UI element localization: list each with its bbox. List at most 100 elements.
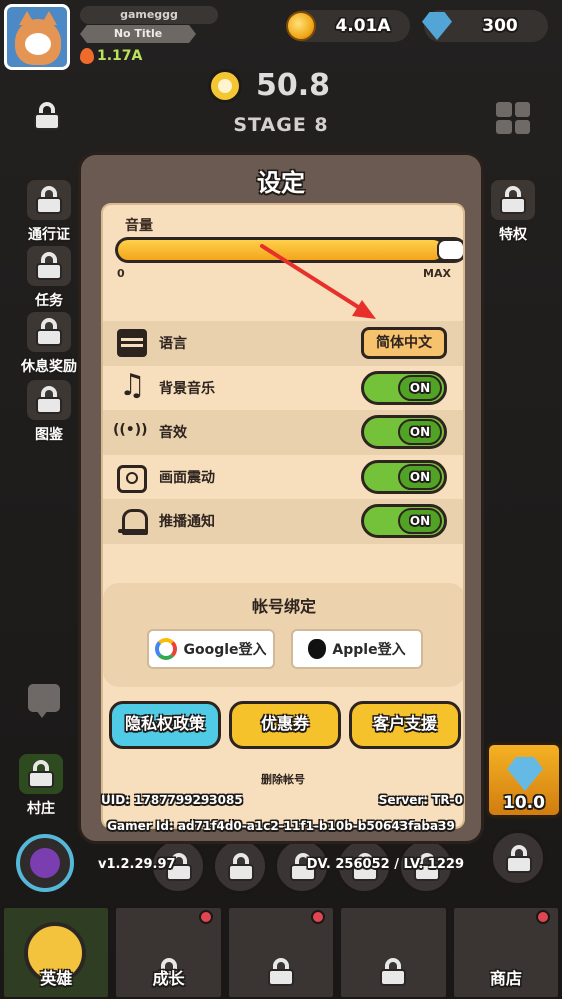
gem-shop-value: 10.0: [503, 793, 545, 813]
setting-label: 背景音乐: [159, 380, 215, 397]
lock-icon: [506, 845, 532, 873]
stopwatch-icon: [208, 68, 242, 103]
toggle-state: ON: [398, 508, 442, 534]
stage-label: STAGE 8: [233, 114, 329, 136]
lock-icon: [28, 760, 54, 788]
account-binding-header: 帐号绑定: [251, 597, 316, 616]
settings-list: 语言 简体中文 背景音乐 ON 音效 ON 画面震动 ON: [103, 321, 463, 544]
gem-icon: [507, 757, 543, 791]
volume-fill: [118, 240, 444, 260]
tab-growth[interactable]: 成长: [114, 906, 223, 999]
setting-row-notification: 推播通知 ON: [103, 499, 463, 544]
sidebar-item-label: 图鉴: [35, 427, 63, 443]
setting-row-vibration: 画面震动 ON: [103, 455, 463, 500]
lock-icon: [36, 386, 62, 414]
volume-knob[interactable]: [437, 239, 463, 261]
gem-counter[interactable]: 300: [422, 10, 548, 42]
setting-label: 推播通知: [159, 514, 215, 531]
lock-icon: [36, 252, 62, 280]
dv-level-label: DV. 256052 / LV. 1229: [306, 857, 464, 872]
lock-icon: [36, 186, 62, 214]
music-icon: [117, 368, 147, 403]
coin-counter[interactable]: 4.01A: [286, 10, 410, 42]
privacy-policy-button[interactable]: 隐私权政策: [109, 701, 221, 749]
lock-icon: [500, 186, 526, 214]
timer-value: 50.8: [256, 68, 331, 103]
lock-icon: [380, 958, 407, 986]
notification-badge: [536, 910, 551, 924]
locked-slot[interactable]: [212, 838, 268, 894]
lock-icon: [268, 958, 295, 986]
gem-shop-button[interactable]: 10.0: [486, 742, 562, 818]
customer-support-button[interactable]: 客户支援: [349, 701, 461, 749]
setting-row-bgm: 背景音乐 ON: [103, 366, 463, 411]
vibration-toggle[interactable]: ON: [361, 459, 447, 494]
google-login-label: Google登入: [183, 642, 267, 658]
sidebar-item-missions[interactable]: 任务: [14, 246, 84, 310]
gem-value: 300: [482, 16, 518, 36]
server-label: Server: TR-0: [378, 793, 463, 807]
gamer-id-label: Gamer Id: ad71f4d0-a1c2-11f1-b10b-b50643…: [107, 819, 455, 833]
apple-login-label: Apple登入: [332, 642, 406, 658]
tab-heroes[interactable]: 英雄: [2, 906, 111, 999]
power-display: 1.17A: [80, 48, 142, 64]
sidebar-item-label: 通行证: [28, 227, 70, 243]
hero-orb-icon[interactable]: [16, 834, 74, 892]
grid-menu-icon[interactable]: [496, 102, 530, 134]
sidebar-locked-top[interactable]: [12, 96, 82, 140]
apple-login-button[interactable]: Apple登入: [291, 629, 423, 669]
account-binding-section: 帐号绑定 Google登入 Apple登入: [103, 583, 463, 687]
google-icon: [155, 638, 178, 660]
tab-chest[interactable]: [339, 906, 448, 999]
volume-label: 音量: [125, 218, 153, 234]
sound-icon: [113, 418, 148, 446]
toggle-state: ON: [398, 463, 442, 490]
settings-panel: 音量 0 MAX 语言 简体中文 背景音乐 ON: [101, 203, 465, 829]
lock-icon: [34, 102, 60, 130]
delete-account-link[interactable]: 删除帐号: [103, 771, 463, 787]
volume-slider[interactable]: [115, 237, 463, 263]
cat-avatar-image: [15, 11, 61, 65]
player-name: gameggg: [80, 6, 218, 24]
apple-icon: [308, 639, 327, 659]
tab-shop[interactable]: 商店: [451, 906, 561, 999]
tab-battle[interactable]: [226, 906, 336, 999]
coin-value: 4.01A: [335, 16, 391, 36]
toggle-state: ON: [398, 374, 442, 401]
language-button[interactable]: 简体中文: [361, 327, 447, 359]
coupon-button[interactable]: 优惠券: [229, 701, 341, 749]
tab-label: 成长: [152, 969, 185, 988]
uid-label: UID: 1787799293085: [101, 793, 243, 807]
chat-icon[interactable]: [28, 684, 60, 718]
chat-icon: [117, 329, 147, 358]
volume-min-label: 0: [117, 267, 125, 280]
tab-label: 英雄: [40, 969, 73, 988]
modal-title: 设定: [257, 169, 305, 197]
coin-icon: [286, 11, 316, 41]
gem-icon: [422, 12, 452, 40]
sidebar-item-label: 特权: [499, 227, 527, 243]
sidebar-item-rest-reward[interactable]: 休息奖励: [14, 312, 84, 376]
setting-label: 语言: [159, 336, 187, 353]
setting-label: 音效: [159, 425, 187, 442]
sidebar-item-codex[interactable]: 图鉴: [14, 380, 84, 444]
sidebar-item-pass[interactable]: 通行证: [14, 180, 84, 244]
bgm-toggle[interactable]: ON: [361, 370, 447, 405]
locked-slot[interactable]: [490, 830, 546, 886]
google-login-button[interactable]: Google登入: [147, 629, 275, 669]
notification-badge: [198, 910, 213, 924]
stage-timer: 50.8: [208, 68, 330, 103]
bottom-nav: 英雄 成长 商店: [0, 906, 562, 999]
village-button[interactable]: 村庄: [6, 754, 76, 818]
toggle-state: ON: [398, 419, 442, 445]
sidebar-item-label: 休息奖励: [21, 359, 77, 375]
power-value: 1.17A: [97, 48, 143, 64]
sidebar-item-privilege[interactable]: 特权: [478, 180, 548, 244]
player-avatar[interactable]: [4, 4, 70, 70]
lock-icon: [36, 318, 62, 346]
notification-badge: [311, 910, 326, 924]
sfx-toggle[interactable]: ON: [361, 415, 447, 449]
setting-row-sfx: 音效 ON: [103, 410, 463, 455]
settings-modal: 设定 音量 0 MAX 语言 简体中文 背景音乐 ON: [78, 152, 484, 844]
notification-toggle[interactable]: ON: [361, 504, 447, 538]
